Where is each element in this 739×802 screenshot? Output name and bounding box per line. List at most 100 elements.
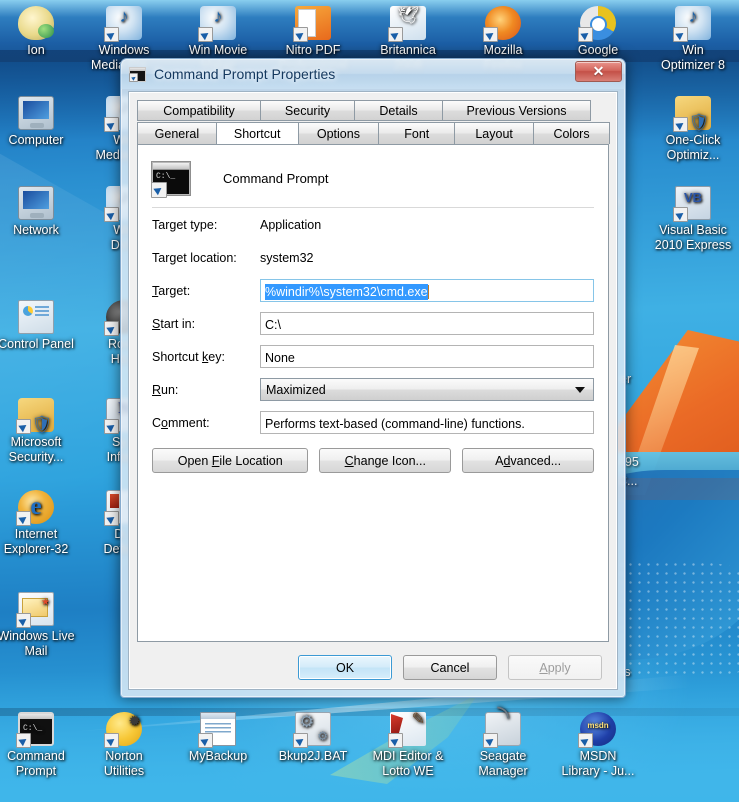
desktop-icon-mybackup[interactable]: MyBackup <box>170 712 266 764</box>
tab-label: Compatibility <box>163 103 235 118</box>
desktop-icon-one-click-optimizer[interactable]: One-ClickOptimiz... <box>645 96 739 163</box>
start-in-input[interactable]: C:\ <box>260 312 594 335</box>
tab-options[interactable]: Options <box>297 122 380 144</box>
cancel-button[interactable]: Cancel <box>403 655 497 680</box>
change-icon-button[interactable]: Change Icon... <box>319 448 452 473</box>
target-input[interactable]: %windir%\system32\cmd.exe <box>260 279 594 302</box>
shortcut-arrow-icon <box>673 117 688 132</box>
shortcut-arrow-icon <box>16 419 31 434</box>
shortcut-arrow-icon <box>104 419 119 434</box>
dialog-title-bar[interactable]: Command Prompt Properties ✕ <box>121 59 625 89</box>
start-in-value: C:\ <box>265 317 281 332</box>
shortcut-key-input[interactable]: None <box>260 345 594 368</box>
advanced-button[interactable]: Advanced... <box>462 448 595 473</box>
tab-details[interactable]: Details <box>354 100 443 121</box>
desktop-icon-windows-live-mail[interactable]: Windows LiveMail <box>0 592 84 659</box>
open-file-location-button-label: Open File Location <box>177 453 283 468</box>
desktop-icon-visual-basic-2010-express[interactable]: Visual Basic2010 Express <box>645 186 739 253</box>
shortcut-arrow-icon <box>673 27 688 42</box>
shortcut-arrow-icon <box>673 207 688 222</box>
tab-general[interactable]: General <box>137 122 217 144</box>
tab-layout[interactable]: Layout <box>454 122 535 144</box>
shortcut-arrow-icon <box>483 733 498 748</box>
open-file-location-button[interactable]: Open File Location <box>152 448 309 473</box>
shortcut-arrow-icon <box>198 27 213 42</box>
field-row-start-in: Start in: C:\ <box>138 307 608 340</box>
shortcut-arrow-icon <box>104 117 119 132</box>
apply-button-label: Apply <box>539 660 571 675</box>
ms-security-icon <box>16 398 54 434</box>
desktop-icon-network[interactable]: Network <box>0 186 84 238</box>
ion-icon-shape <box>18 6 54 40</box>
shortcut-arrow-icon <box>293 733 308 748</box>
desktop-icon-label-line2: Utilities <box>103 764 145 778</box>
shortcut-key-label: Shortcut key: <box>152 349 225 364</box>
close-button[interactable]: ✕ <box>575 61 622 82</box>
tab-shortcut[interactable]: Shortcut <box>215 122 299 144</box>
desktop-icon-label: One-Click <box>665 133 721 147</box>
desktop-icon-ion[interactable]: Ion <box>0 6 84 58</box>
tab-row-lower: General Shortcut Options Font Layout Colors <box>137 120 610 144</box>
desktop-icon-label: Computer <box>8 133 64 147</box>
tab-security[interactable]: Security <box>260 100 355 121</box>
desktop-icon-label: Internet <box>14 527 58 541</box>
shortcut-arrow-icon <box>104 321 119 336</box>
field-row-comment: Comment: Performs text-based (command-lin… <box>138 406 608 439</box>
ok-button-label: OK <box>335 660 355 675</box>
desktop-icon-computer[interactable]: Computer <box>0 96 84 148</box>
monitor-icon-shape <box>18 96 54 130</box>
desktop-icon-bkup2j-bat[interactable]: Bkup2J.BAT <box>265 712 361 764</box>
desktop-icon-label: Windows Live <box>0 629 75 643</box>
desktop-icon-label-line2: Library - Ju... <box>561 764 635 778</box>
cmd-icon <box>16 712 54 748</box>
text-caret <box>427 284 429 299</box>
tab-compatibility[interactable]: Compatibility <box>137 100 261 121</box>
comment-label: Comment: <box>152 415 210 430</box>
monitor-icon <box>18 96 54 130</box>
command-prompt-icon <box>151 161 190 198</box>
field-row-target: Target: %windir%\system32\cmd.exe <box>138 274 608 307</box>
change-icon-button-label: Change Icon... <box>344 453 426 468</box>
shortcut-key-value: None <box>265 350 295 365</box>
tab-previous-versions[interactable]: Previous Versions <box>442 100 591 121</box>
run-selected-value: Maximized <box>266 382 326 397</box>
shortcut-arrow-icon <box>483 27 498 42</box>
media-icon <box>198 6 236 42</box>
shortcut-arrow-icon <box>16 733 31 748</box>
desktop-icon-internet-explorer-32[interactable]: InternetExplorer-32 <box>0 490 84 557</box>
desktop-icon-label: Norton <box>105 749 143 763</box>
desktop-icon-label-line2: Manager <box>478 764 528 778</box>
desktop-icon-label: Microsoft <box>10 435 62 449</box>
field-row-target-type: Target type: Application <box>138 208 608 241</box>
desktop-icon-win-optimizer-8[interactable]: WinOptimizer 8 <box>645 6 739 73</box>
ie-icon <box>16 490 54 526</box>
tab-font[interactable]: Font <box>378 122 456 144</box>
close-icon: ✕ <box>592 63 605 79</box>
desktop-icon-mdi-editor-lotto-we[interactable]: MDI Editor &Lotto WE <box>360 712 456 779</box>
desktop-icon-msdn-library[interactable]: MSDNLibrary - Ju... <box>550 712 646 779</box>
desktop-icon-label-line2: Prompt <box>15 764 57 778</box>
desktop-icon-command-prompt[interactable]: CommandPrompt <box>0 712 84 779</box>
shortcut-arrow-icon <box>16 511 31 526</box>
britannica-icon <box>388 6 426 42</box>
document-icon <box>198 712 236 748</box>
apply-button: Apply <box>508 655 602 680</box>
run-dropdown[interactable]: Maximized <box>260 378 594 401</box>
desktop-icon-norton-utilities[interactable]: NortonUtilities <box>76 712 172 779</box>
shortcut-arrow-icon <box>578 733 593 748</box>
desktop-icon-microsoft-security[interactable]: MicrosoftSecurity... <box>0 398 84 465</box>
ok-button[interactable]: OK <box>298 655 392 680</box>
comment-input[interactable]: Performs text-based (command-line) funct… <box>260 411 594 434</box>
desktop-icon-label: Nitro PDF <box>285 43 341 57</box>
tab-label: Security <box>284 103 331 118</box>
desktop-icon-seagate-manager[interactable]: SeagateManager <box>455 709 551 779</box>
desktop-icon-label: Windows <box>98 43 150 57</box>
advanced-button-label: Advanced... <box>495 453 562 468</box>
tab-colors[interactable]: Colors <box>533 122 610 144</box>
msdn-icon <box>578 712 616 748</box>
tab-label: Options <box>316 126 360 141</box>
tab-label: Font <box>404 126 430 141</box>
desktop-icon-control-panel[interactable]: Control Panel <box>0 300 84 352</box>
vb-icon <box>673 186 711 222</box>
dialog-title: Command Prompt Properties <box>154 66 336 82</box>
